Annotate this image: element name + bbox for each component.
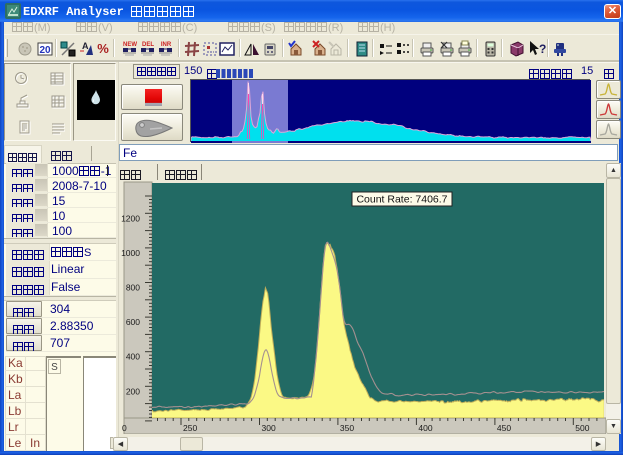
- svg-text:400: 400: [126, 352, 140, 362]
- svg-text:350: 350: [340, 423, 354, 433]
- svg-text:450: 450: [497, 423, 511, 433]
- svg-text:500: 500: [575, 423, 589, 433]
- svg-text:200: 200: [126, 386, 140, 396]
- svg-text:600: 600: [126, 317, 140, 327]
- svg-text:INR: INR: [161, 42, 172, 48]
- svg-text:400: 400: [418, 423, 432, 433]
- svg-text:800: 800: [126, 283, 140, 293]
- svg-text:1000: 1000: [121, 248, 140, 258]
- svg-text:NEW: NEW: [123, 42, 137, 48]
- svg-text:A: A: [82, 41, 89, 51]
- svg-text:?: ?: [539, 42, 546, 56]
- svg-text:1200: 1200: [121, 213, 140, 223]
- svg-text:DEL: DEL: [142, 42, 154, 48]
- svg-text:250: 250: [183, 423, 197, 433]
- svg-text:0: 0: [122, 423, 127, 433]
- svg-text:300: 300: [262, 423, 276, 433]
- svg-text:20: 20: [39, 45, 51, 56]
- svg-text:%: %: [97, 41, 109, 56]
- svg-text:Count Rate: 7406.7: Count Rate: 7406.7: [356, 194, 447, 206]
